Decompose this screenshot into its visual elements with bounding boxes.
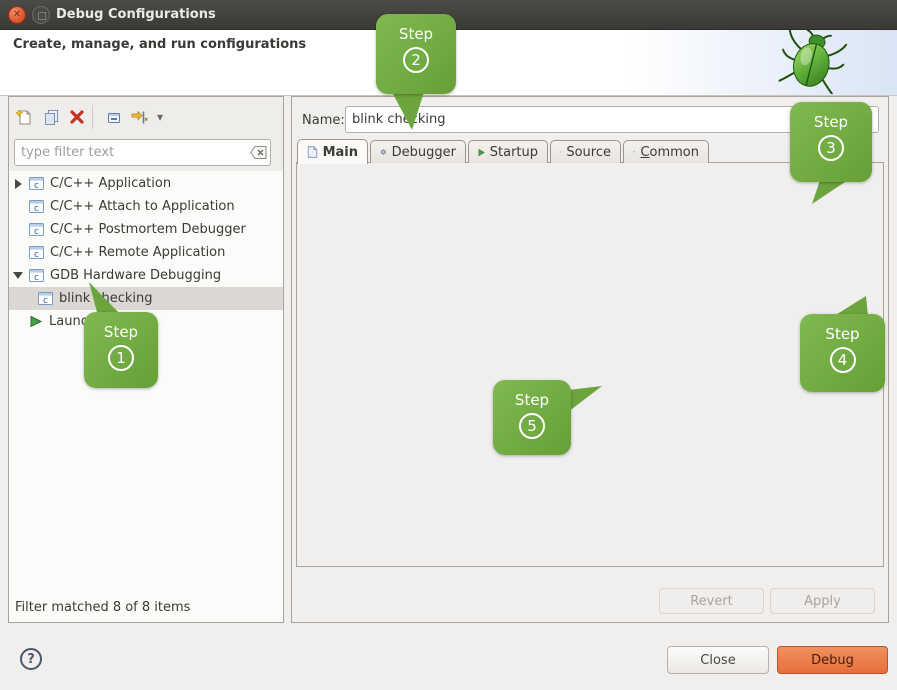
step-5-callout: Step 5 [493,380,571,455]
step-1-number: 1 [108,345,134,371]
close-button[interactable]: Close [667,646,769,674]
debug-button[interactable]: Debug [777,646,888,674]
new-document-icon [16,109,33,126]
step-5-number: 5 [519,413,545,439]
c-app-icon: c [29,246,44,259]
step-1-callout: Step 1 [84,312,158,388]
step-3-number: 3 [818,135,844,161]
tree-item-cpp-remote[interactable]: c C/C++ Remote Application [9,241,283,264]
window-maximize-button[interactable] [32,6,50,24]
dialog-header-title: Create, manage, and run configurations [13,37,306,52]
delete-configuration-button[interactable] [66,106,88,128]
tab-content-panel [296,162,884,567]
close-icon: ✕ [13,10,21,20]
delete-x-icon [69,109,85,125]
c-app-icon: c [29,269,44,282]
window-icon [633,146,635,158]
collapse-all-button[interactable] [102,106,124,128]
apply-button[interactable]: Apply [770,588,875,614]
help-button[interactable]: ? [20,648,42,670]
filter-configurations-button[interactable] [128,106,150,128]
c-app-icon: c [29,223,44,236]
step-3-callout: Step 3 [790,102,872,182]
step-4-callout: Step 4 [800,314,885,392]
c-app-icon: c [38,292,53,305]
question-icon: ? [27,652,35,667]
tab-common[interactable]: Common [623,140,709,163]
filter-input[interactable] [14,139,271,166]
filter-icon [130,109,148,126]
tree-item-cpp-application[interactable]: c C/C++ Application [9,172,283,195]
gear-icon [380,145,387,159]
step-2-number: 2 [403,47,429,73]
svg-text:c: c [43,296,48,305]
debug-configurations-dialog: ✕ Debug Configurations Create, manage, a… [0,0,897,690]
svg-text:c: c [34,227,39,236]
step-4-number: 4 [830,347,856,373]
step-2-callout-tail [386,90,428,132]
svg-text:c: c [34,273,39,282]
expand-arrow-icon[interactable] [15,179,22,189]
collapse-all-icon [105,109,122,126]
step-3-callout-tail [804,178,850,206]
tree-item-cpp-attach[interactable]: c C/C++ Attach to Application [9,195,283,218]
duplicate-configuration-button[interactable] [40,106,62,128]
copy-icon [43,109,60,126]
tree-item-gdb-hardware-debugging[interactable]: c GDB Hardware Debugging [9,264,283,287]
svg-text:c: c [34,250,39,259]
c-app-icon: c [29,177,44,190]
toolbar-separator [92,105,93,129]
step-2-callout: Step 2 [376,14,456,94]
collapse-arrow-icon[interactable] [13,272,23,279]
new-configuration-button[interactable] [13,106,35,128]
tab-debugger[interactable]: Debugger [370,140,466,163]
svg-text:c: c [34,204,39,213]
window-title: Debug Configurations [56,7,216,22]
svg-text:c: c [34,181,39,190]
revert-button[interactable]: Revert [659,588,764,614]
c-app-icon: c [29,200,44,213]
tab-main[interactable]: Main [297,139,368,164]
name-label: Name: [302,113,345,128]
tab-startup[interactable]: Startup [468,140,548,163]
source-tree-icon [560,145,561,159]
filter-status-text: Filter matched 8 of 8 items [15,600,190,615]
page-icon [307,145,318,159]
beetle-icon [776,30,848,94]
play-icon [478,146,485,159]
toolbar-menu-button[interactable]: ▾ [152,106,168,128]
tab-source[interactable]: Source [550,140,621,163]
launch-group-icon [29,315,43,328]
tree-item-cpp-postmortem[interactable]: c C/C++ Postmortem Debugger [9,218,283,241]
window-close-button[interactable]: ✕ [8,6,26,24]
clear-filter-icon[interactable] [250,145,268,160]
tree-item-blink-checking[interactable]: c blink checking [9,287,283,310]
chevron-down-icon: ▾ [157,110,163,124]
